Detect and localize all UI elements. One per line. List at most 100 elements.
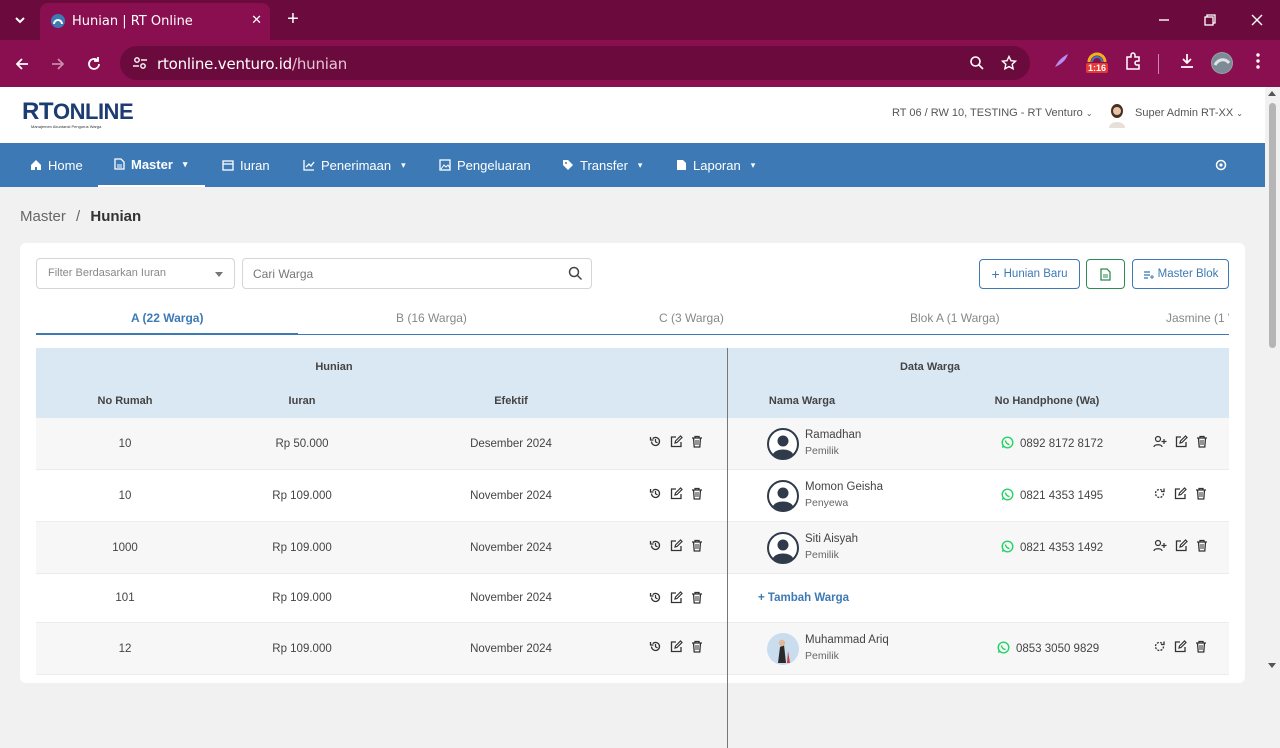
- close-window-icon[interactable]: [1247, 10, 1267, 30]
- group-header-hunian: Hunian: [315, 361, 353, 373]
- table-row: 10 Rp 109.000 November 2024 Momon Geisha Pe…: [36, 470, 1229, 522]
- edit-icon[interactable]: [670, 487, 683, 503]
- search-warga-input[interactable]: Cari Warga: [242, 258, 592, 289]
- user-menu[interactable]: Super Admin RT-XX ⌄: [1135, 107, 1243, 119]
- group-header-warga: Data Warga: [899, 361, 961, 373]
- menu-penerimaan[interactable]: Penerimaan ▾: [303, 143, 406, 187]
- scrollbar-thumb[interactable]: [1269, 103, 1276, 348]
- delete-icon[interactable]: [691, 487, 703, 503]
- add-user-icon[interactable]: [1153, 539, 1167, 555]
- add-warga-button[interactable]: + Tambah Warga: [758, 592, 849, 604]
- user-avatar[interactable]: [1106, 102, 1128, 128]
- timer-extension-icon[interactable]: 1:16: [1086, 50, 1109, 76]
- scroll-up-icon[interactable]: [1268, 91, 1276, 96]
- warga-name: Muhammad Ariq: [805, 634, 889, 646]
- efektif-cell: Desember 2024: [470, 437, 552, 450]
- menu-transfer[interactable]: Transfer ▾: [562, 143, 642, 187]
- breadcrumb-master[interactable]: Master: [20, 208, 66, 225]
- edit-icon[interactable]: [1174, 640, 1187, 656]
- bookmark-star-icon[interactable]: [1001, 55, 1017, 71]
- site-info-icon[interactable]: [132, 55, 148, 71]
- whatsapp-link[interactable]: 0892 8172 8172: [1001, 436, 1103, 452]
- history-icon[interactable]: [649, 640, 662, 656]
- whatsapp-link[interactable]: 0821 4353 1495: [1001, 488, 1103, 504]
- edit-icon[interactable]: [670, 435, 683, 451]
- delete-icon[interactable]: [691, 591, 703, 607]
- delete-icon[interactable]: [691, 435, 703, 451]
- efektif-cell: November 2024: [470, 642, 552, 655]
- browser-tab[interactable]: Hunian | RT Online ✕: [40, 3, 270, 40]
- delete-icon[interactable]: [691, 640, 703, 656]
- tab-search-chevron-icon[interactable]: [8, 8, 32, 32]
- zoom-icon[interactable]: [969, 55, 985, 71]
- edit-icon[interactable]: [1174, 487, 1187, 503]
- tab-jasmine[interactable]: Jasmine (1 W: [1166, 311, 1229, 325]
- filter-iuran-select[interactable]: Filter Berdasarkan Iuran: [36, 258, 235, 289]
- tab-blok-a[interactable]: Blok A (1 Warga): [910, 311, 1000, 325]
- edit-icon[interactable]: [1175, 539, 1188, 555]
- menu-pengeluaran[interactable]: Pengeluaran: [439, 143, 531, 187]
- tag-icon: [563, 160, 573, 170]
- browser-menu-icon[interactable]: [1250, 52, 1266, 70]
- table-row: 12 Rp 109.000 November 2024 Muhammad Ariq P…: [36, 623, 1229, 675]
- hunian-table: Hunian Data Warga No Rumah Iuran Efektif…: [36, 348, 1229, 748]
- tab-block-a[interactable]: A (22 Warga): [131, 311, 203, 325]
- delete-icon[interactable]: [1195, 487, 1207, 503]
- reload-icon[interactable]: [82, 52, 106, 76]
- edit-icon[interactable]: [670, 539, 683, 555]
- feather-extension-icon[interactable]: [1052, 52, 1070, 70]
- extensions-puzzle-icon[interactable]: [1124, 52, 1142, 70]
- search-icon[interactable]: [568, 266, 583, 281]
- history-icon[interactable]: [649, 487, 662, 503]
- delete-icon[interactable]: [1196, 539, 1208, 555]
- delete-icon[interactable]: [1195, 640, 1207, 656]
- efektif-cell: November 2024: [470, 541, 552, 554]
- edit-icon[interactable]: [670, 591, 683, 607]
- profile-avatar[interactable]: [1211, 52, 1233, 74]
- whatsapp-link[interactable]: 0821 4353 1492: [1001, 540, 1103, 556]
- menu-home[interactable]: Home: [30, 143, 83, 187]
- menu-master[interactable]: Master ▾: [98, 143, 205, 187]
- table-body: 10 Rp 50.000 Desember 2024 Ramadhan Pemilik…: [36, 418, 1229, 675]
- delete-icon[interactable]: [691, 539, 703, 555]
- rt-selector[interactable]: RT 06 / RW 10, TESTING - RT Venturo ⌄: [892, 107, 1093, 119]
- warga-status: Pemilik: [805, 549, 839, 561]
- chart-line-icon: [303, 160, 315, 171]
- scroll-down-icon[interactable]: [1268, 663, 1276, 668]
- excel-file-icon: [1100, 267, 1111, 281]
- delete-icon[interactable]: [1196, 435, 1208, 451]
- forward-icon[interactable]: [46, 52, 70, 76]
- rt-online-logo[interactable]: RTONLINE Manajemen Akuntansi Pengurus Wa…: [22, 98, 134, 129]
- add-user-icon[interactable]: [1153, 435, 1167, 451]
- restore-icon[interactable]: [1200, 10, 1220, 30]
- tab-close-icon[interactable]: ✕: [251, 12, 262, 28]
- col-iuran: Iuran: [288, 395, 316, 407]
- add-hunian-button[interactable]: + Hunian Baru: [979, 259, 1080, 289]
- new-tab-button[interactable]: +: [282, 9, 304, 31]
- tab-block-b[interactable]: B (16 Warga): [396, 311, 467, 325]
- menu-laporan[interactable]: Laporan ▾: [676, 143, 755, 187]
- menu-iuran[interactable]: Iuran: [222, 143, 270, 187]
- edit-icon[interactable]: [670, 640, 683, 656]
- iuran-cell: Rp 109.000: [272, 642, 332, 655]
- app-header: RTONLINE Manajemen Akuntansi Pengurus Wa…: [0, 87, 1265, 143]
- edit-icon[interactable]: [1175, 435, 1188, 451]
- history-icon[interactable]: [649, 435, 662, 451]
- minimize-icon[interactable]: [1154, 10, 1174, 30]
- page-scrollbar[interactable]: [1265, 87, 1280, 672]
- export-excel-button[interactable]: [1086, 259, 1125, 289]
- tab-block-c[interactable]: C (3 Warga): [659, 311, 724, 325]
- history-icon[interactable]: [649, 591, 662, 607]
- history-icon[interactable]: [649, 539, 662, 555]
- refresh-icon[interactable]: [1153, 487, 1166, 503]
- refresh-icon[interactable]: [1153, 640, 1166, 656]
- address-bar[interactable]: rtonline.venturo.id/hunian: [120, 46, 1030, 80]
- download-icon[interactable]: [1178, 52, 1196, 70]
- whatsapp-link[interactable]: 0853 3050 9829: [997, 641, 1099, 657]
- url-text: rtonline.venturo.id/hunian: [157, 55, 348, 73]
- settings-icon[interactable]: [1214, 143, 1228, 187]
- document-icon: [677, 160, 686, 170]
- active-tab-indicator: [36, 333, 298, 334]
- master-blok-button[interactable]: Master Blok: [1132, 259, 1229, 289]
- back-icon[interactable]: [10, 52, 34, 76]
